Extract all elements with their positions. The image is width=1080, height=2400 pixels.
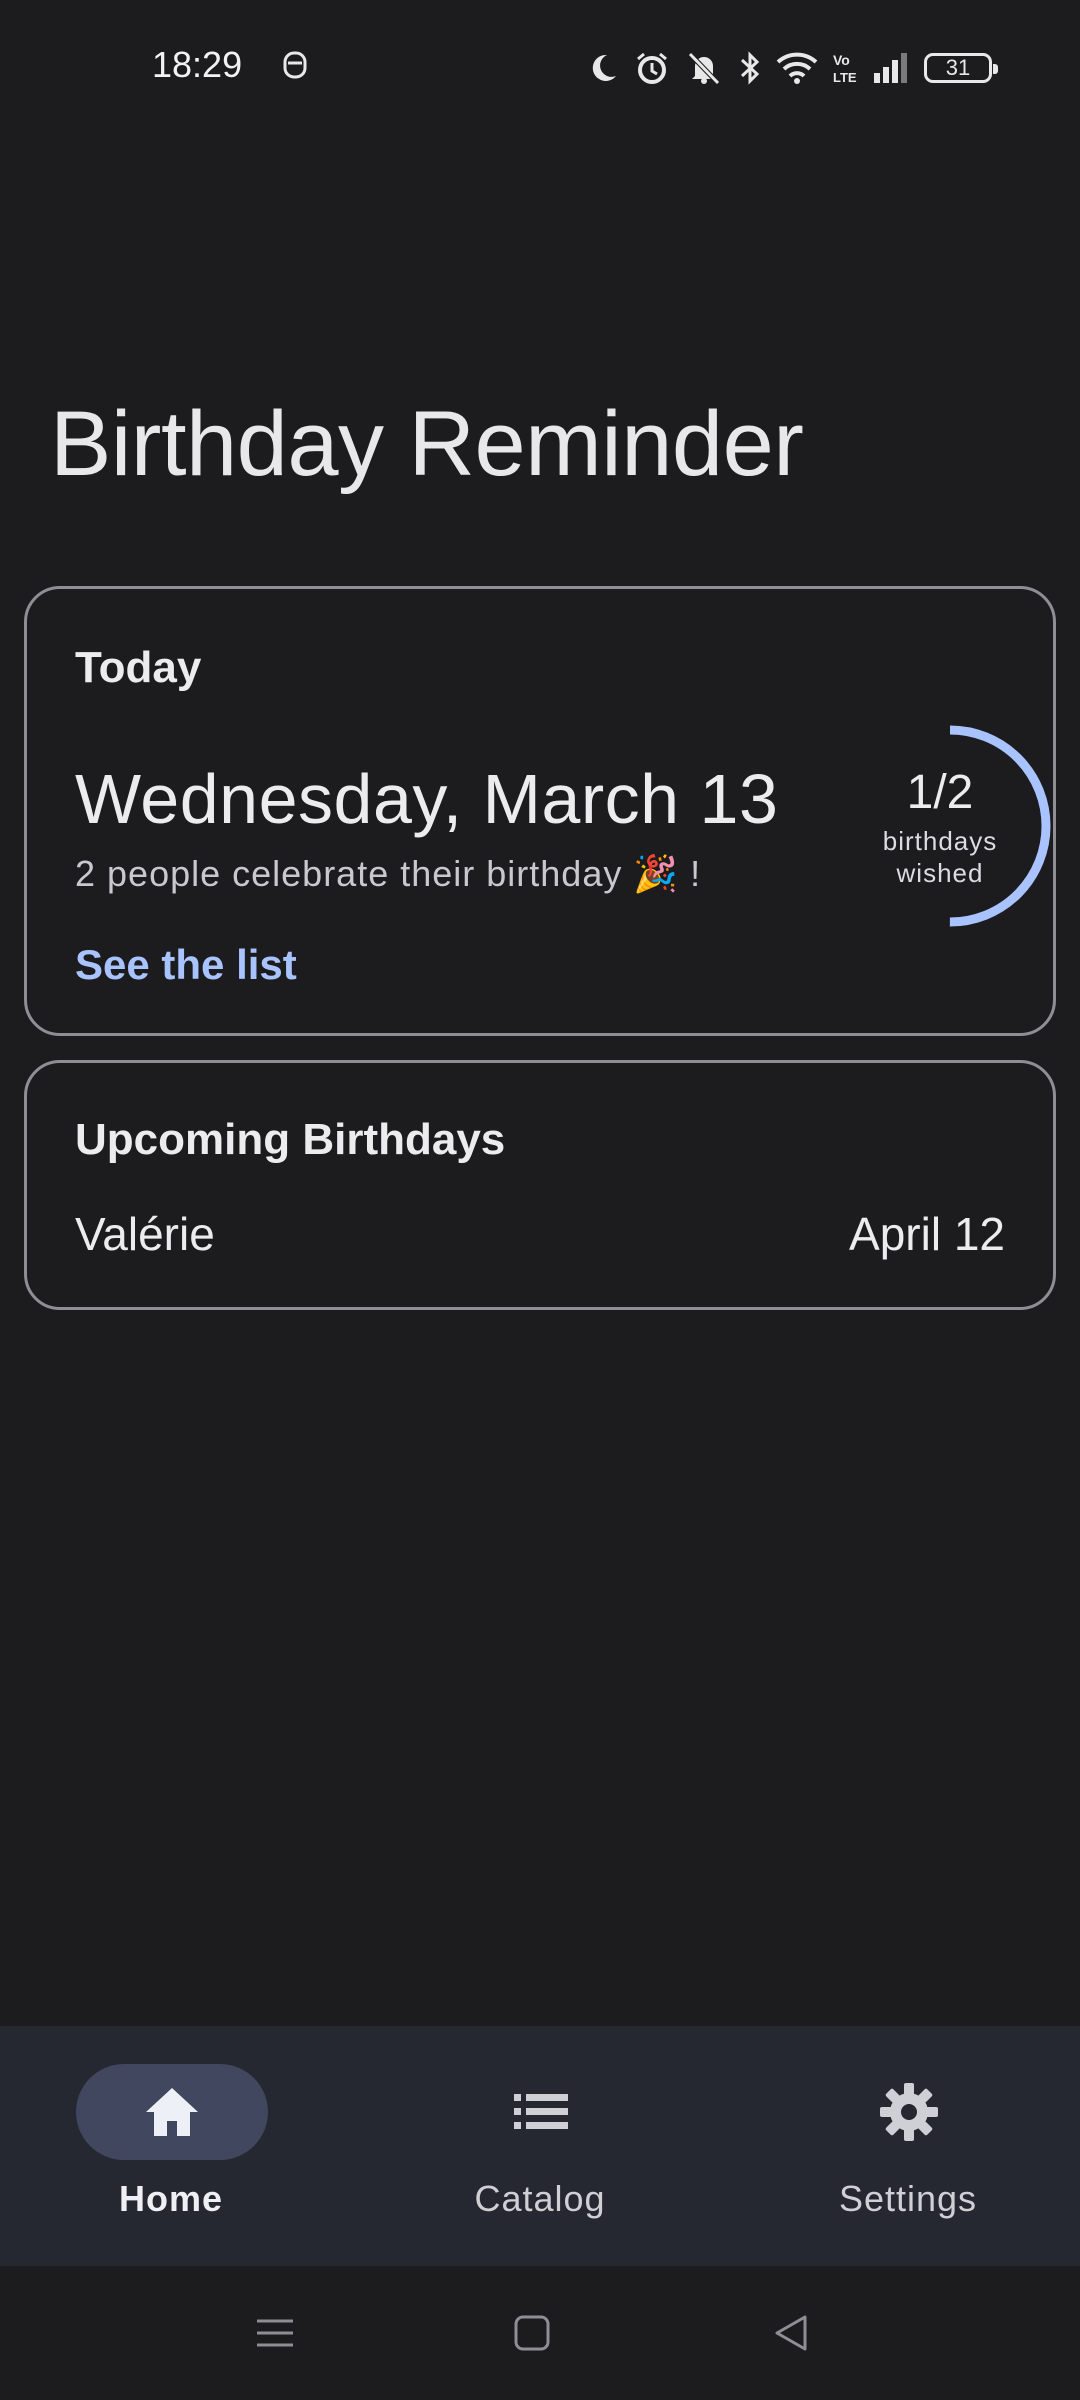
home-icon	[146, 2088, 198, 2136]
battery-icon: 31	[924, 53, 998, 83]
svg-text:LTE: LTE	[833, 70, 857, 85]
status-time: 18:29	[152, 44, 243, 85]
nav-catalog-indicator[interactable]	[445, 2064, 637, 2160]
page-title: Birthday Reminder	[50, 393, 804, 495]
upcoming-name: Valérie	[75, 1208, 215, 1260]
notification-icon	[283, 51, 307, 79]
signal-icon	[874, 53, 907, 83]
nav-catalog-label: Catalog	[474, 2178, 606, 2219]
home-square-icon	[514, 2315, 550, 2351]
menu-icon	[257, 2319, 293, 2347]
gear-icon	[880, 2083, 938, 2141]
nav-catalog[interactable]: Catalog	[390, 2064, 690, 2244]
silent-icon	[688, 52, 720, 85]
today-card: Today Wednesday, March 13 2 people celeb…	[24, 586, 1056, 1036]
today-subtitle: 2 people celebrate their birthday 🎉 !	[75, 853, 702, 894]
wifi-icon	[776, 52, 818, 84]
upcoming-card[interactable]: Upcoming Birthdays Valérie April 12	[24, 1060, 1056, 1310]
wished-label-line2: wished	[896, 858, 984, 888]
moon-icon	[592, 54, 616, 81]
recent-apps-button[interactable]	[250, 2308, 300, 2358]
system-navigation-bar	[0, 2266, 1080, 2400]
nav-home[interactable]: Home	[21, 2064, 321, 2244]
nav-home-label: Home	[118, 2178, 224, 2219]
status-icons: Vo LTE 31	[586, 46, 998, 90]
list-icon	[514, 2094, 568, 2129]
bluetooth-icon	[740, 51, 760, 85]
battery-level: 31	[945, 55, 971, 80]
system-back-button[interactable]	[766, 2308, 816, 2358]
upcoming-date: April 12	[849, 1208, 1005, 1260]
svg-text:Vo: Vo	[833, 52, 850, 68]
upcoming-heading: Upcoming Birthdays	[75, 1115, 506, 1164]
see-the-list-link[interactable]: See the list	[75, 941, 297, 989]
wished-label: birthdays wished	[845, 825, 1035, 889]
bottom-navigation: Home Catalog Settings	[0, 2026, 1080, 2266]
wished-label-line1: birthdays	[882, 826, 998, 856]
volte-icon: Vo LTE	[833, 52, 857, 85]
alarm-icon	[637, 52, 667, 84]
today-date: Wednesday, March 13	[75, 760, 779, 838]
back-icon	[775, 2315, 807, 2351]
wished-count: 1/2	[906, 766, 974, 819]
nav-settings-indicator[interactable]	[813, 2064, 1005, 2160]
nav-home-indicator[interactable]	[76, 2064, 268, 2160]
status-bar: 18:29 Vo LTE 31	[0, 0, 1080, 136]
nav-settings[interactable]: Settings	[758, 2064, 1058, 2244]
nav-settings-label: Settings	[838, 2178, 978, 2219]
today-heading: Today	[75, 643, 202, 692]
system-home-button[interactable]	[507, 2308, 557, 2358]
